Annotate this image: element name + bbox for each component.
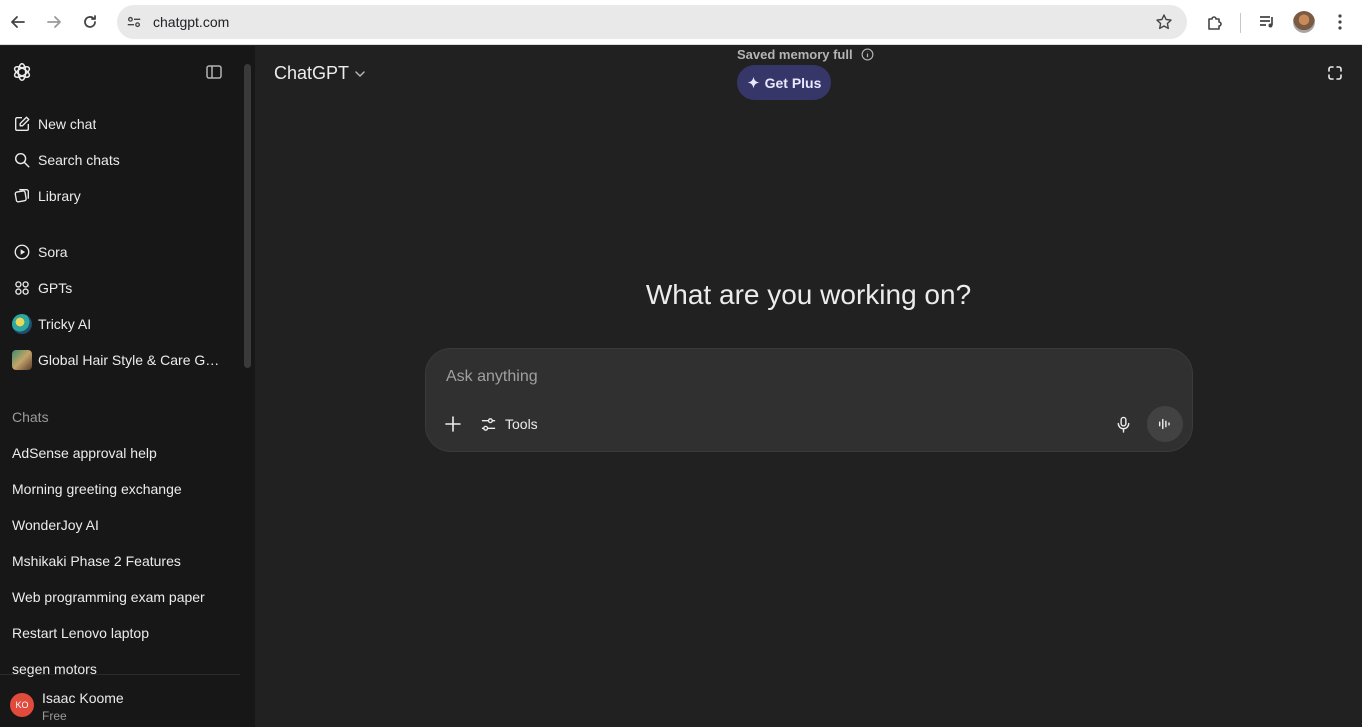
search-chats-button[interactable]: Search chats [0, 143, 240, 177]
plus-icon [445, 416, 461, 432]
sidebar-toggle-icon[interactable] [205, 63, 223, 81]
chat-item[interactable]: AdSense approval help [12, 445, 157, 461]
new-chat-label: New chat [38, 116, 97, 132]
url-text[interactable]: chatgpt.com [153, 14, 229, 30]
global-hair-style-label: Global Hair Style & Care Gui... [38, 352, 226, 368]
tricky-ai-gpt-avatar [12, 314, 32, 334]
microphone-icon [1117, 416, 1129, 433]
memory-notice: Saved memory full [737, 47, 874, 62]
prompt-input[interactable]: Ask anything [446, 368, 538, 386]
info-icon[interactable] [861, 48, 874, 61]
page-headline: What are you working on? [645, 279, 972, 310]
new-chat-button[interactable]: New chat [0, 107, 240, 141]
gpts-label: GPTs [38, 280, 73, 296]
compose-icon [12, 114, 32, 134]
sidebar: New chat Search chats Library Sora GPTs … [0, 46, 255, 727]
model-name: ChatGPT [274, 63, 350, 83]
chat-item[interactable]: Morning greeting exchange [12, 481, 182, 497]
hair-style-gpt-avatar [12, 350, 32, 370]
grid-icon [12, 278, 32, 298]
sparkle-icon [747, 76, 760, 89]
sidebar-scrollbar[interactable] [244, 64, 251, 368]
sidebar-item-global-hair-style[interactable]: Global Hair Style & Care Gui... [0, 343, 240, 377]
add-attachment-button[interactable] [442, 413, 464, 435]
site-settings-icon[interactable] [125, 13, 143, 31]
memory-notice-text: Saved memory full [737, 47, 853, 62]
bookmark-star-icon[interactable] [1155, 13, 1173, 31]
chat-item[interactable]: WonderJoy AI [12, 517, 99, 533]
library-icon [12, 186, 32, 206]
reload-icon[interactable] [79, 11, 101, 33]
chat-item[interactable]: Mshikaki Phase 2 Features [12, 553, 181, 569]
sora-label: Sora [38, 244, 68, 260]
profile-avatar[interactable] [1293, 11, 1315, 33]
tricky-ai-label: Tricky AI [38, 316, 92, 332]
library-button[interactable]: Library [0, 179, 240, 213]
temporary-chat-icon[interactable] [1326, 64, 1344, 82]
back-arrow-icon[interactable] [7, 11, 29, 33]
voice-waveform-icon [1158, 418, 1170, 430]
chat-item[interactable]: Web programming exam paper [12, 589, 205, 605]
sliders-icon [481, 417, 496, 431]
sidebar-item-gpts[interactable]: GPTs [0, 271, 240, 305]
search-icon [12, 150, 32, 170]
chats-section-label: Chats [12, 409, 49, 425]
media-controls-icon[interactable] [1256, 11, 1278, 33]
more-menu-icon[interactable] [1329, 11, 1351, 33]
play-icon [12, 242, 32, 262]
tools-button[interactable]: Tools [480, 413, 538, 435]
composer-box[interactable]: Ask anything Tools [425, 348, 1193, 452]
openai-logo-icon[interactable] [11, 61, 33, 83]
dictate-button[interactable] [1112, 413, 1134, 435]
toolbar-divider [1240, 13, 1241, 33]
user-avatar: KO [10, 693, 34, 717]
sidebar-item-tricky-ai[interactable]: Tricky AI [0, 307, 240, 341]
get-plus-button[interactable]: Get Plus [737, 65, 831, 100]
get-plus-label: Get Plus [764, 74, 822, 91]
main-panel: ChatGPT Saved memory full Get Plus What … [255, 46, 1362, 727]
library-label: Library [38, 188, 81, 204]
extensions-icon[interactable] [1204, 11, 1226, 33]
tools-label: Tools [505, 416, 538, 432]
sidebar-item-sora[interactable]: Sora [0, 235, 240, 269]
browser-toolbar: chatgpt.com [0, 0, 1362, 45]
search-chats-label: Search chats [38, 152, 120, 168]
voice-mode-button[interactable] [1147, 406, 1183, 442]
chat-item[interactable]: Restart Lenovo laptop [12, 625, 149, 641]
model-selector[interactable]: ChatGPT [274, 63, 366, 84]
user-plan: Free [42, 709, 67, 723]
user-account-button[interactable]: KO Isaac Koome Free [0, 674, 240, 727]
forward-arrow-icon[interactable] [43, 11, 65, 33]
chevron-down-icon [355, 70, 365, 77]
address-bar[interactable]: chatgpt.com [117, 5, 1187, 39]
user-name: Isaac Koome [42, 690, 124, 706]
